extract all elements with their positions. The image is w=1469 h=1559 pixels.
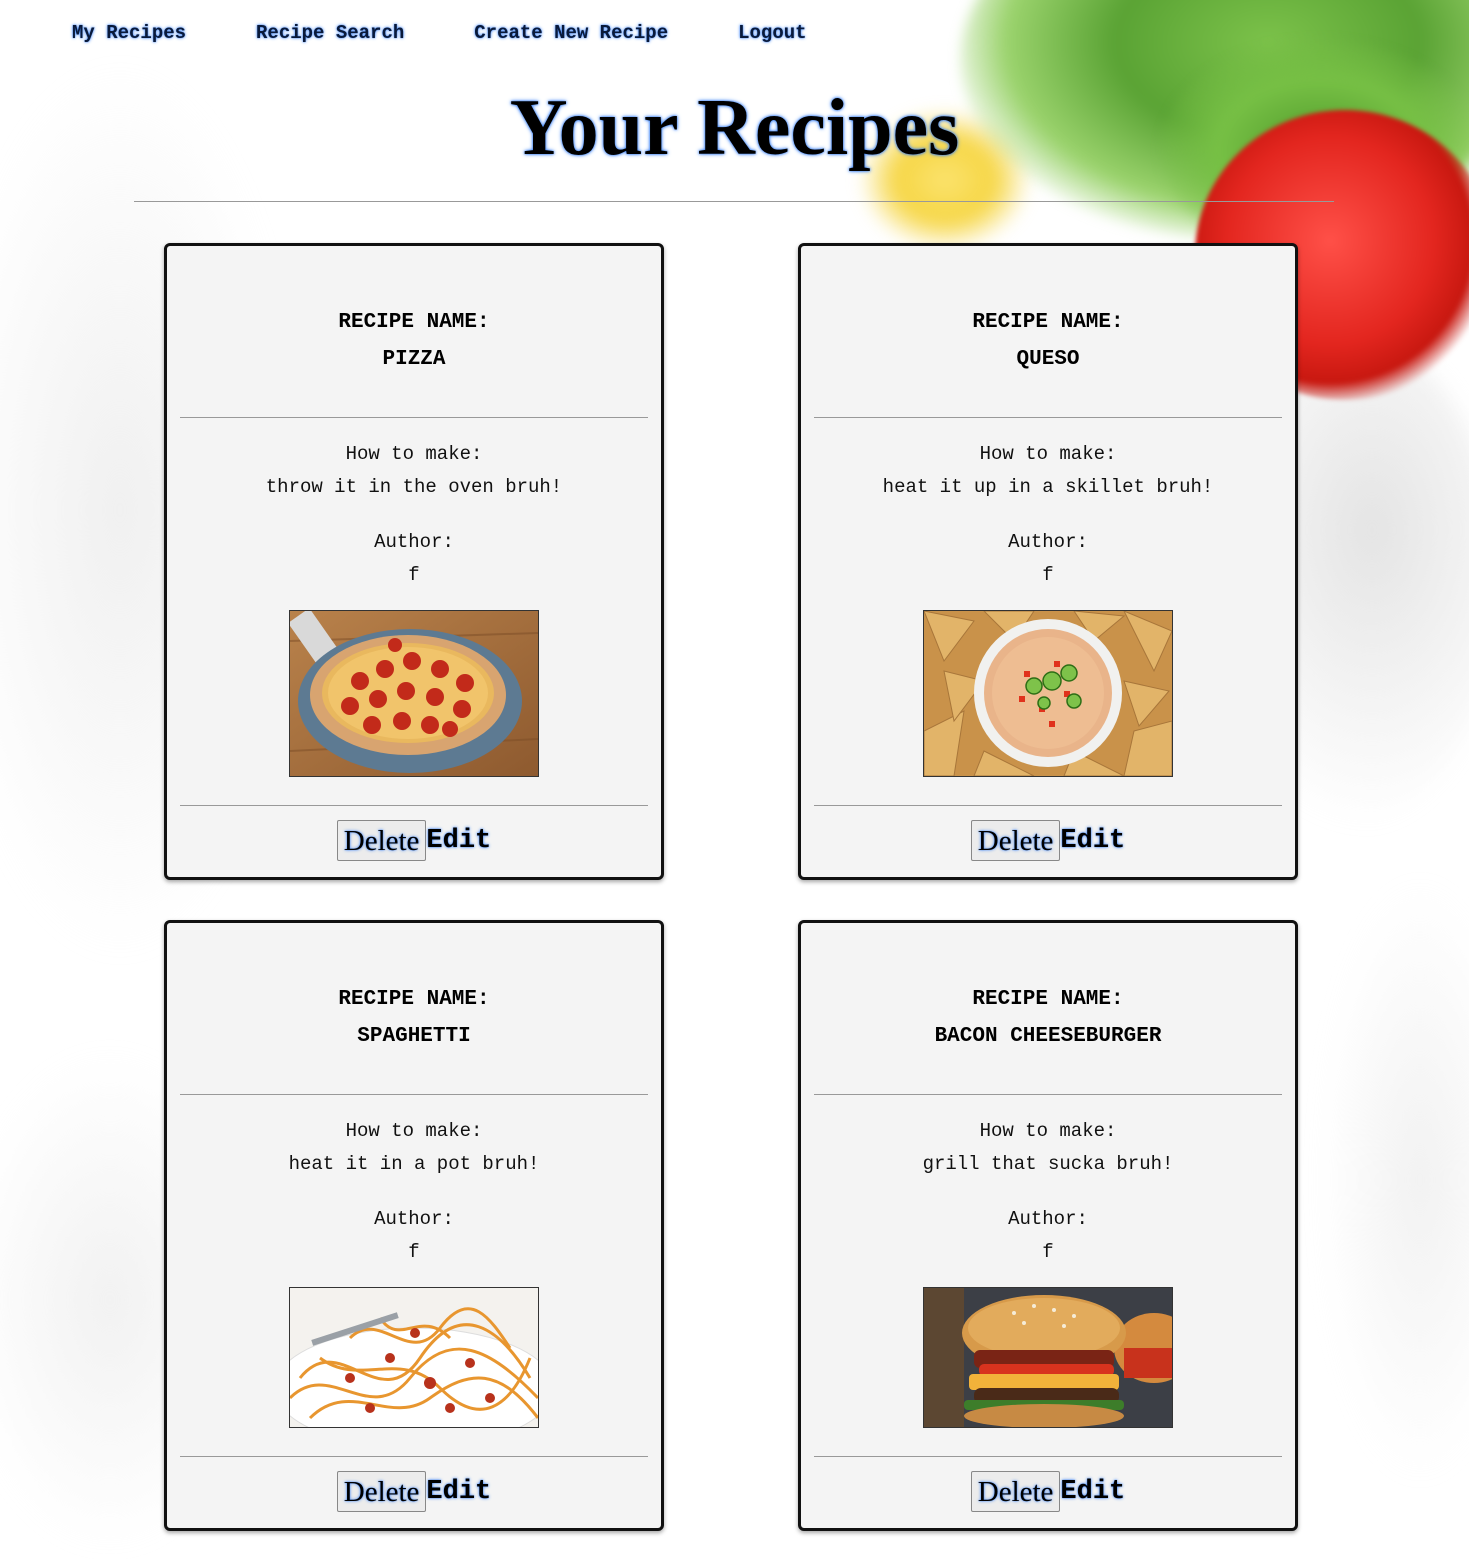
action-row: Delete Edit bbox=[801, 1471, 1295, 1512]
author-label: Author: bbox=[374, 1208, 454, 1230]
recipe-card-actions: Delete Edit bbox=[801, 806, 1295, 880]
recipe-card: RECIPE NAME: SPAGHETTI How to make: heat… bbox=[164, 920, 664, 1531]
recipe-name-label: RECIPE NAME: bbox=[972, 311, 1124, 334]
action-row: Delete Edit bbox=[167, 820, 661, 861]
recipe-name-value: QUESO bbox=[1016, 348, 1080, 371]
pizza-photo-art bbox=[290, 611, 538, 776]
recipe-card-header: RECIPE NAME: SPAGHETTI bbox=[167, 923, 661, 1094]
how-to-make-text: heat it in a pot bruh! bbox=[288, 1153, 540, 1175]
author-label: Author: bbox=[1008, 531, 1088, 553]
cheeseburger-photo-art bbox=[924, 1288, 1172, 1427]
edit-link[interactable]: Edit bbox=[1060, 1477, 1125, 1507]
recipe-name-label: RECIPE NAME: bbox=[972, 988, 1124, 1011]
author-value: f bbox=[408, 564, 420, 586]
action-row: Delete Edit bbox=[167, 1471, 661, 1512]
edit-link[interactable]: Edit bbox=[426, 1477, 491, 1507]
recipe-card-header: RECIPE NAME: BACON CHEESEBURGER bbox=[801, 923, 1295, 1094]
nav-logout[interactable]: Logout bbox=[738, 22, 806, 44]
recipe-card-actions: Delete Edit bbox=[801, 1457, 1295, 1531]
how-to-make-label: How to make: bbox=[979, 443, 1117, 465]
how-to-make-label: How to make: bbox=[345, 443, 483, 465]
spaghetti-photo bbox=[289, 1287, 539, 1428]
how-to-make-label: How to make: bbox=[345, 1120, 483, 1142]
recipe-card-body: How to make: throw it in the oven bruh! … bbox=[167, 418, 661, 632]
page-title: Your Recipes bbox=[509, 84, 960, 172]
delete-button[interactable]: Delete bbox=[336, 820, 427, 861]
author-label: Author: bbox=[374, 531, 454, 553]
recipe-card-body: How to make: heat it in a pot bruh! Auth… bbox=[167, 1095, 661, 1309]
recipe-card: RECIPE NAME: PIZZA How to make: throw it… bbox=[164, 243, 664, 880]
recipe-card-body: How to make: heat it up in a skillet bru… bbox=[801, 418, 1295, 632]
recipe-name: RECIPE NAME: BACON CHEESEBURGER bbox=[801, 981, 1295, 1055]
action-row: Delete Edit bbox=[801, 820, 1295, 861]
how-to-make-text: grill that sucka bruh! bbox=[922, 1153, 1174, 1175]
recipe-name: RECIPE NAME: SPAGHETTI bbox=[167, 981, 661, 1055]
recipe-card: RECIPE NAME: QUESO How to make: heat it … bbox=[798, 243, 1298, 880]
recipe-name-value: SPAGHETTI bbox=[357, 1025, 471, 1048]
recipe-card-actions: Delete Edit bbox=[167, 806, 661, 880]
recipe-name: RECIPE NAME: QUESO bbox=[801, 304, 1295, 378]
nav-create-new-recipe[interactable]: Create New Recipe bbox=[474, 22, 668, 44]
author-value: f bbox=[1042, 1241, 1054, 1263]
recipe-name-label: RECIPE NAME: bbox=[338, 311, 490, 334]
author-value: f bbox=[408, 1241, 420, 1263]
recipe-name-value: BACON CHEESEBURGER bbox=[934, 1025, 1162, 1048]
edit-link[interactable]: Edit bbox=[1060, 826, 1125, 856]
delete-button[interactable]: Delete bbox=[970, 1471, 1061, 1512]
nav-recipe-search[interactable]: Recipe Search bbox=[256, 22, 404, 44]
recipe-name-label: RECIPE NAME: bbox=[338, 988, 490, 1011]
spaghetti-photo-art bbox=[290, 1288, 538, 1427]
pizza-photo bbox=[289, 610, 539, 777]
how-to-make-text: throw it in the oven bruh! bbox=[265, 476, 563, 498]
cheeseburger-photo bbox=[923, 1287, 1173, 1428]
edit-link[interactable]: Edit bbox=[426, 826, 491, 856]
queso-photo bbox=[923, 610, 1173, 777]
recipe-card: RECIPE NAME: BACON CHEESEBURGER How to m… bbox=[798, 920, 1298, 1531]
recipe-card-header: RECIPE NAME: PIZZA bbox=[167, 246, 661, 417]
title-divider bbox=[134, 201, 1334, 202]
queso-photo-art bbox=[924, 611, 1172, 776]
recipe-card-actions: Delete Edit bbox=[167, 1457, 661, 1531]
nav-my-recipes[interactable]: My Recipes bbox=[72, 22, 186, 44]
top-nav: My Recipes Recipe Search Create New Reci… bbox=[72, 22, 877, 44]
recipe-name-value: PIZZA bbox=[382, 348, 446, 371]
how-to-make-text: heat it up in a skillet bruh! bbox=[882, 476, 1214, 498]
background-haze bbox=[1320, 880, 1469, 1480]
recipe-name: RECIPE NAME: PIZZA bbox=[167, 304, 661, 378]
delete-button[interactable]: Delete bbox=[336, 1471, 427, 1512]
delete-button[interactable]: Delete bbox=[970, 820, 1061, 861]
recipe-card-body: How to make: grill that sucka bruh! Auth… bbox=[801, 1095, 1295, 1309]
how-to-make-label: How to make: bbox=[979, 1120, 1117, 1142]
author-label: Author: bbox=[1008, 1208, 1088, 1230]
recipe-card-header: RECIPE NAME: QUESO bbox=[801, 246, 1295, 417]
author-value: f bbox=[1042, 564, 1054, 586]
